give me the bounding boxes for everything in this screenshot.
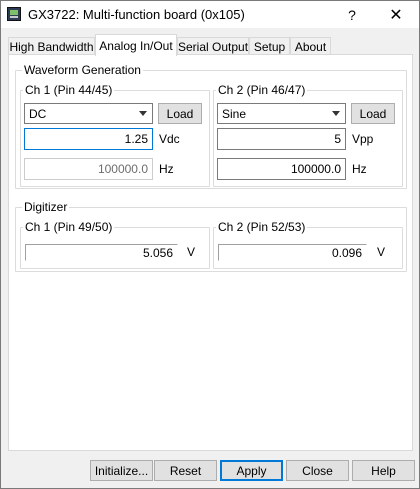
dialog-window: GX3722: Multi-function board (0x105) ? ✕… <box>0 0 420 489</box>
digitizer-ch2-unit: V <box>377 245 386 259</box>
ch2-load-button[interactable]: Load <box>351 103 395 124</box>
waveform-generation-title: Waveform Generation <box>22 63 143 77</box>
reset-button[interactable]: Reset <box>154 460 217 481</box>
ch1-frequency-input: 100000.0 <box>24 158 153 180</box>
tab-analog-in-out[interactable]: Analog In/Out <box>95 34 177 56</box>
ch1-frequency-unit: Hz <box>159 162 174 176</box>
digitizer-title: Digitizer <box>22 200 70 214</box>
help-button[interactable]: Help <box>352 460 415 481</box>
ch2-frequency-input[interactable]: 100000.0 <box>217 158 346 180</box>
tab-high-bandwidth[interactable]: High Bandwidth <box>8 37 95 55</box>
ch1-waveform-select[interactable]: DC <box>24 103 153 124</box>
ch1-load-button[interactable]: Load <box>158 103 202 124</box>
waveform-generation-group: Waveform Generation Ch 1 (Pin 44/45) DC … <box>15 63 407 189</box>
close-window-button[interactable]: ✕ <box>373 1 419 28</box>
ch1-waveform-value: DC <box>29 107 47 121</box>
ch1-amplitude-unit: Vdc <box>159 132 180 146</box>
waveform-ch2-title: Ch 2 (Pin 46/47) <box>216 83 308 97</box>
waveform-ch1-title: Ch 1 (Pin 44/45) <box>23 83 115 97</box>
close-button[interactable]: Close <box>286 460 349 481</box>
digitizer-ch2-title: Ch 2 (Pin 52/53) <box>216 220 308 234</box>
ch2-waveform-select[interactable]: Sine <box>217 103 346 124</box>
ch2-frequency-unit: Hz <box>352 162 367 176</box>
ch2-amplitude-unit: Vpp <box>352 132 374 146</box>
digitizer-ch2-group: Ch 2 (Pin 52/53) 0.096 V <box>213 220 403 269</box>
ch2-waveform-value: Sine <box>222 107 247 121</box>
chevron-down-icon <box>332 111 340 116</box>
tab-about[interactable]: About <box>290 37 331 55</box>
apply-button[interactable]: Apply <box>220 460 283 481</box>
ch2-amplitude-input[interactable]: 5 <box>217 128 346 150</box>
digitizer-group: Digitizer Ch 1 (Pin 49/50) 5.056 V Ch 2 … <box>15 200 407 272</box>
tab-setup[interactable]: Setup <box>249 37 290 55</box>
chevron-down-icon <box>139 111 147 116</box>
waveform-ch2-group: Ch 2 (Pin 46/47) Sine Load 5 Vpp 100000.… <box>213 83 403 187</box>
digitizer-ch2-readout: 0.096 <box>218 244 367 261</box>
window-title: GX3722: Multi-function board (0x105) <box>28 7 245 22</box>
app-icon <box>7 7 21 21</box>
tab-serial-output[interactable]: Serial Output <box>177 37 249 55</box>
digitizer-ch1-title: Ch 1 (Pin 49/50) <box>23 220 115 234</box>
digitizer-ch1-unit: V <box>187 245 196 259</box>
waveform-ch1-group: Ch 1 (Pin 44/45) DC Load 1.25 Vdc 100000… <box>20 83 210 187</box>
title-bar[interactable]: GX3722: Multi-function board (0x105) ? ✕ <box>1 1 419 28</box>
digitizer-ch1-group: Ch 1 (Pin 49/50) 5.056 V <box>20 220 210 269</box>
tab-panel-analog: Waveform Generation Ch 1 (Pin 44/45) DC … <box>8 54 413 451</box>
help-question-button[interactable]: ? <box>329 1 375 28</box>
digitizer-ch1-readout: 5.056 <box>25 244 178 261</box>
ch1-amplitude-input[interactable]: 1.25 <box>24 128 153 150</box>
initialize-button[interactable]: Initialize... <box>90 460 153 481</box>
